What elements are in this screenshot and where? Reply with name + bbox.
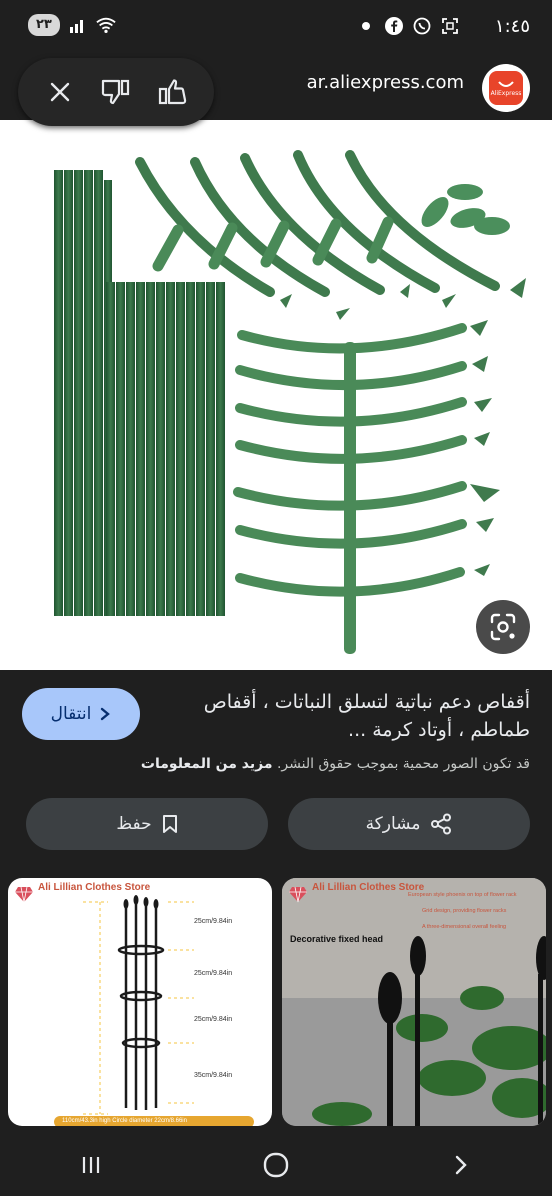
main-product-image[interactable] bbox=[0, 120, 552, 670]
share-icon bbox=[431, 813, 452, 835]
thumb-note: Grid design, providing flower racks bbox=[422, 908, 507, 914]
cage-label: 25cm/9.84in bbox=[194, 918, 233, 925]
connector-clips bbox=[421, 184, 510, 235]
related-image-card[interactable]: Ali Lillian Clothes Store Decorative fix… bbox=[282, 878, 546, 1126]
thumbs-down-button[interactable] bbox=[96, 72, 136, 112]
status-bar: ٢٣ ١:٤٥ bbox=[0, 0, 552, 56]
battery-indicator: ٢٣ bbox=[28, 14, 60, 36]
visit-button[interactable]: انتقال bbox=[22, 688, 140, 740]
thumbs-down-icon bbox=[101, 79, 130, 105]
cage-footer: 110cm/43.3in high Circle diameter 22cm/8… bbox=[62, 1118, 187, 1124]
short-stakes bbox=[106, 282, 225, 616]
logo-text: AliExpress bbox=[490, 89, 522, 97]
dot-icon bbox=[356, 16, 376, 36]
store-gem-icon bbox=[289, 886, 307, 903]
thumbs-up-button[interactable] bbox=[152, 72, 192, 112]
close-button[interactable] bbox=[40, 72, 80, 112]
feedback-pill bbox=[18, 58, 214, 126]
visit-label: انتقال bbox=[50, 704, 92, 724]
copyright-text: قد تكون الصور محمية بموجب حقوق النشر. bbox=[276, 756, 530, 772]
whatsapp-icon bbox=[412, 16, 432, 36]
save-button[interactable]: حفظ bbox=[26, 798, 268, 850]
recent-apps-button[interactable] bbox=[71, 1145, 111, 1185]
site-logo: AliExpress bbox=[482, 64, 530, 112]
clock: ١:٤٥ bbox=[494, 16, 530, 37]
lens-icon bbox=[490, 613, 516, 641]
wifi-icon bbox=[96, 15, 116, 35]
central-spine bbox=[344, 342, 356, 654]
result-title[interactable]: أقفاص دعم نباتية لتسلق النباتات ، أقفاص … bbox=[170, 688, 530, 744]
status-notification-icons bbox=[356, 16, 460, 36]
aliexpress-logo: AliExpress bbox=[489, 71, 523, 105]
facebook-icon bbox=[384, 16, 404, 36]
plant-support-illustration bbox=[54, 150, 526, 654]
visual-search-button[interactable] bbox=[476, 600, 530, 654]
cage-label: 25cm/9.84in bbox=[194, 970, 233, 977]
more-info-link[interactable]: مزيد من المعلومات bbox=[141, 756, 273, 772]
share-button[interactable]: مشاركة bbox=[288, 798, 530, 850]
tall-stakes bbox=[54, 170, 112, 616]
system-nav-bar bbox=[0, 1134, 552, 1196]
signal-icon bbox=[68, 15, 88, 35]
cage-diagram bbox=[54, 895, 254, 1126]
thumb-caption: Decorative fixed head bbox=[290, 934, 384, 944]
save-label: حفظ bbox=[116, 814, 152, 834]
close-icon bbox=[50, 82, 70, 102]
share-label: مشاركة bbox=[365, 814, 421, 834]
side-leaf-tips bbox=[470, 320, 500, 576]
lens-top-bar: ar.aliexpress.com AliExpress bbox=[0, 56, 552, 126]
chevron-right-icon bbox=[101, 707, 111, 721]
cage-label: 25cm/9.84in bbox=[194, 1016, 233, 1023]
back-chevron-icon bbox=[455, 1155, 467, 1175]
home-button[interactable] bbox=[254, 1143, 298, 1187]
action-buttons: حفظ مشاركة bbox=[26, 798, 530, 850]
related-images: Ali Lillian Clothes Store 25cm/9.84in 25… bbox=[8, 878, 546, 1126]
cage-label: 35cm/9.84in bbox=[194, 1072, 233, 1079]
site-url[interactable]: ar.aliexpress.com bbox=[307, 72, 464, 93]
home-icon bbox=[263, 1152, 289, 1178]
result-info-panel: انتقال أقفاص دعم نباتية لتسلق النباتات ،… bbox=[0, 670, 552, 1196]
screenshot-icon bbox=[440, 16, 460, 36]
thumb-note: European style phoenix on top of flower … bbox=[408, 892, 517, 898]
back-button[interactable] bbox=[441, 1145, 481, 1185]
thumbs-up-icon bbox=[158, 79, 187, 105]
related-image-card[interactable]: Ali Lillian Clothes Store 25cm/9.84in 25… bbox=[8, 878, 272, 1126]
recents-icon bbox=[83, 1157, 100, 1173]
bookmark-icon bbox=[162, 815, 177, 833]
copyright-notice: قد تكون الصور محمية بموجب حقوق النشر. مز… bbox=[20, 756, 530, 772]
status-left: ٢٣ bbox=[28, 14, 116, 36]
garden-photo bbox=[282, 878, 546, 1126]
thumb-note: A three-dimensional overall feeling bbox=[422, 924, 507, 930]
top-arc-rings bbox=[135, 150, 500, 297]
